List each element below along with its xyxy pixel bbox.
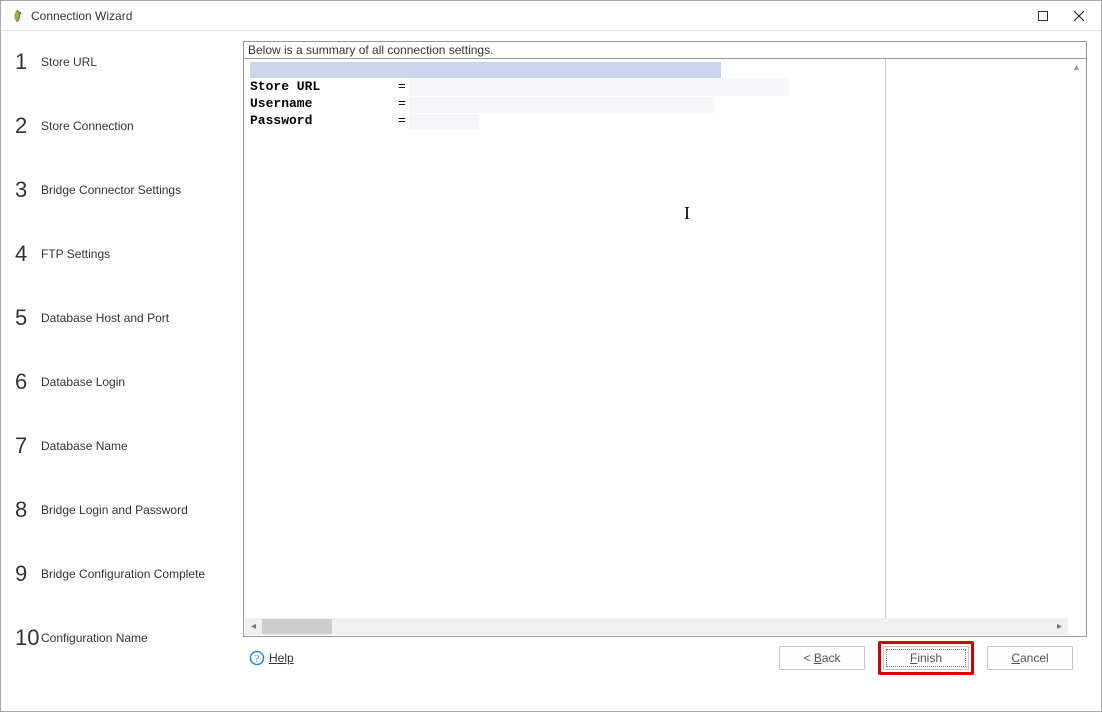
- summary-text-area[interactable]: Store URL = Username = Password =: [244, 59, 886, 618]
- summary-key: Username: [250, 95, 398, 112]
- step-label: Store Connection: [41, 119, 134, 133]
- redacted-value: [409, 78, 789, 96]
- svg-text:?: ?: [255, 654, 260, 665]
- step-label: Bridge Login and Password: [41, 503, 188, 517]
- step-7-database-name[interactable]: 7 Database Name: [15, 433, 239, 459]
- content-area: 1 Store URL 2 Store Connection 3 Bridge …: [1, 31, 1101, 711]
- step-number: 10: [15, 625, 41, 651]
- app-icon: [9, 8, 25, 24]
- step-5-database-host-port[interactable]: 5 Database Host and Port: [15, 305, 239, 331]
- step-1-store-url[interactable]: 1 Store URL: [15, 49, 239, 75]
- vertical-scrollbar[interactable]: ▴: [1068, 60, 1085, 617]
- summary-box: Store URL = Username = Password =: [243, 59, 1087, 637]
- back-button[interactable]: < Back: [779, 646, 865, 670]
- scroll-thumb[interactable]: [262, 619, 332, 634]
- step-10-configuration-name[interactable]: 10 Configuration Name: [15, 625, 239, 651]
- step-3-bridge-connector-settings[interactable]: 3 Bridge Connector Settings: [15, 177, 239, 203]
- connection-wizard-window: Connection Wizard 1 Store URL 2 Store Co…: [0, 0, 1102, 712]
- step-4-ftp-settings[interactable]: 4 FTP Settings: [15, 241, 239, 267]
- redacted-value: [409, 97, 714, 113]
- help-icon: ?: [249, 650, 265, 666]
- window-controls: [1025, 2, 1097, 30]
- step-label: Database Name: [41, 439, 128, 453]
- summary-row-password: Password =: [244, 112, 885, 129]
- step-number: 1: [15, 49, 41, 75]
- step-label: FTP Settings: [41, 247, 110, 261]
- summary-key: Password: [250, 112, 398, 129]
- highlighted-row: [250, 62, 721, 78]
- help-label: Help: [269, 651, 294, 665]
- close-button[interactable]: [1061, 2, 1097, 30]
- summary-val: [412, 112, 885, 129]
- main-pane: Below is a summary of all connection set…: [239, 31, 1101, 711]
- scroll-right-icon[interactable]: ▸: [1051, 621, 1068, 632]
- text-cursor-icon: I: [684, 203, 690, 224]
- step-number: 9: [15, 561, 41, 587]
- redacted-value: [409, 114, 479, 130]
- step-label: Database Login: [41, 375, 125, 389]
- step-8-bridge-login-password[interactable]: 8 Bridge Login and Password: [15, 497, 239, 523]
- step-number: 6: [15, 369, 41, 395]
- scroll-up-icon[interactable]: ▴: [1074, 60, 1079, 73]
- step-number: 2: [15, 113, 41, 139]
- summary-key: Store URL: [250, 78, 398, 95]
- step-2-store-connection[interactable]: 2 Store Connection: [15, 113, 239, 139]
- scroll-left-icon[interactable]: ◂: [245, 621, 262, 632]
- step-label: Bridge Configuration Complete: [41, 567, 205, 581]
- wizard-steps-sidebar: 1 Store URL 2 Store Connection 3 Bridge …: [1, 31, 239, 711]
- finish-button[interactable]: Finish: [883, 646, 969, 670]
- horizontal-scrollbar[interactable]: ◂ ▸: [245, 618, 1068, 635]
- summary-right-pane: [886, 59, 1086, 618]
- help-link[interactable]: ? Help: [249, 650, 294, 666]
- step-6-database-login[interactable]: 6 Database Login: [15, 369, 239, 395]
- cancel-button[interactable]: Cancel: [987, 646, 1073, 670]
- step-number: 4: [15, 241, 41, 267]
- step-9-bridge-config-complete[interactable]: 9 Bridge Configuration Complete: [15, 561, 239, 587]
- wizard-footer: ? Help < Back Finish Cancel: [243, 637, 1087, 687]
- step-label: Configuration Name: [41, 631, 148, 645]
- maximize-button[interactable]: [1025, 2, 1061, 30]
- step-label: Store URL: [41, 55, 97, 69]
- step-label: Database Host and Port: [41, 311, 169, 325]
- summary-header: Below is a summary of all connection set…: [243, 41, 1087, 59]
- summary-inner: Store URL = Username = Password =: [244, 59, 1086, 618]
- step-label: Bridge Connector Settings: [41, 183, 181, 197]
- step-number: 5: [15, 305, 41, 331]
- step-number: 3: [15, 177, 41, 203]
- step-number: 8: [15, 497, 41, 523]
- titlebar: Connection Wizard: [1, 1, 1101, 31]
- step-number: 7: [15, 433, 41, 459]
- window-title: Connection Wizard: [31, 9, 1025, 23]
